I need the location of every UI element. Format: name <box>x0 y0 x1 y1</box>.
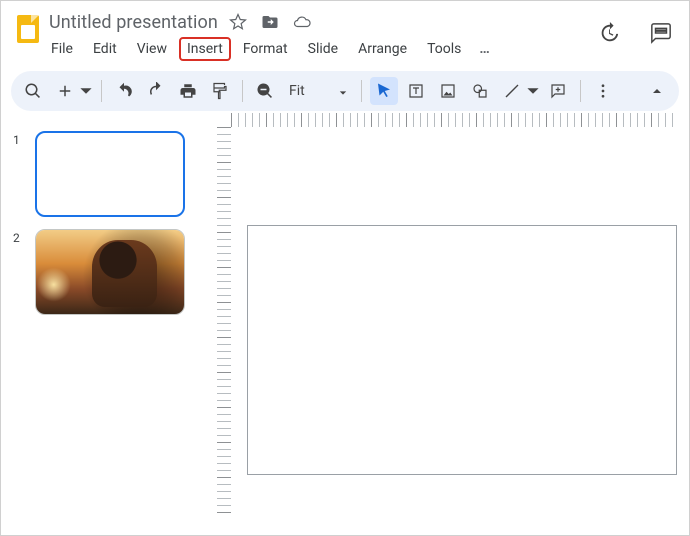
cloud-status-button[interactable] <box>290 10 314 34</box>
shape-tool[interactable] <box>466 77 494 105</box>
menu-insert[interactable]: Insert <box>179 37 231 61</box>
zoom-icon <box>256 82 274 100</box>
cloud-done-icon <box>293 13 311 31</box>
toolbar-separator <box>361 80 362 102</box>
textbox-icon <box>407 82 425 100</box>
slide-2-image-preview <box>36 230 184 314</box>
slide-canvas[interactable] <box>247 225 677 475</box>
zoom-label: Fit <box>289 83 305 99</box>
header: Untitled presentation File Edit View Ins… <box>1 7 689 63</box>
document-title[interactable]: Untitled presentation <box>49 12 218 33</box>
zoom-out-button[interactable] <box>251 77 279 105</box>
slides-logo-icon <box>17 15 39 43</box>
new-slide-dropdown[interactable] <box>79 77 93 105</box>
menu-slide[interactable]: Slide <box>300 37 346 61</box>
header-actions <box>593 11 683 49</box>
comments-button[interactable] <box>645 17 677 49</box>
slide-filmstrip[interactable]: 1 2 <box>1 113 211 535</box>
star-icon <box>229 13 247 31</box>
slide-thumbnail-2[interactable] <box>35 229 185 315</box>
menu-format[interactable]: Format <box>235 37 296 61</box>
slide-number: 1 <box>13 131 35 147</box>
slide-thumb-row: 2 <box>13 229 203 315</box>
menu-tools[interactable]: Tools <box>419 37 469 61</box>
toolbar-separator <box>101 80 102 102</box>
google-slides-window: Untitled presentation File Edit View Ins… <box>0 0 690 536</box>
undo-icon <box>115 82 133 100</box>
more-vertical-icon <box>594 82 612 100</box>
collapse-toolbar-button[interactable] <box>643 77 671 105</box>
add-comment-button[interactable] <box>544 77 572 105</box>
menu-more[interactable]: … <box>473 37 495 61</box>
chevron-down-icon <box>526 84 540 98</box>
more-tools-button[interactable] <box>589 77 617 105</box>
history-icon <box>598 22 620 44</box>
redo-icon <box>147 82 165 100</box>
undo-button[interactable] <box>110 77 138 105</box>
workspace: 1 2 <box>1 113 689 535</box>
toolbar-separator <box>242 80 243 102</box>
horizontal-ruler[interactable] <box>231 113 673 127</box>
new-slide-button[interactable] <box>51 77 79 105</box>
line-icon <box>503 82 521 100</box>
search-menus-button[interactable] <box>19 77 47 105</box>
move-to-folder-icon <box>261 13 279 31</box>
chevron-down-icon <box>339 89 347 97</box>
line-tool-dropdown[interactable] <box>526 77 540 105</box>
slide-thumb-row: 1 <box>13 131 203 217</box>
redo-button[interactable] <box>142 77 170 105</box>
editor-area <box>211 113 689 535</box>
toolbar-separator <box>580 80 581 102</box>
cursor-icon <box>375 82 393 100</box>
print-icon <box>179 82 197 100</box>
paint-format-button[interactable] <box>206 77 234 105</box>
title-area: Untitled presentation File Edit View Ins… <box>49 11 593 63</box>
print-button[interactable] <box>174 77 202 105</box>
new-slide-split-button[interactable] <box>51 77 93 105</box>
menu-view[interactable]: View <box>129 37 175 61</box>
move-button[interactable] <box>258 10 282 34</box>
plus-icon <box>56 82 74 100</box>
chevron-up-icon <box>649 83 665 99</box>
textbox-tool[interactable] <box>402 77 430 105</box>
line-tool-split[interactable] <box>498 77 540 105</box>
select-tool[interactable] <box>370 77 398 105</box>
comment-icon <box>650 22 672 44</box>
toolbar: Fit <box>11 71 679 111</box>
slide-thumbnail-1[interactable] <box>35 131 185 217</box>
add-comment-icon <box>549 82 567 100</box>
search-icon <box>24 82 42 100</box>
zoom-dropdown[interactable]: Fit <box>283 77 353 105</box>
menu-arrange[interactable]: Arrange <box>350 37 415 61</box>
menu-edit[interactable]: Edit <box>85 37 125 61</box>
image-icon <box>439 82 457 100</box>
paint-roller-icon <box>211 82 229 100</box>
star-button[interactable] <box>226 10 250 34</box>
menu-bar: File Edit View Insert Format Slide Arran… <box>43 35 593 63</box>
image-tool[interactable] <box>434 77 462 105</box>
chevron-down-icon <box>79 84 93 98</box>
menu-file[interactable]: File <box>43 37 81 61</box>
line-tool[interactable] <box>498 77 526 105</box>
slide-number: 2 <box>13 229 35 245</box>
shape-icon <box>471 82 489 100</box>
vertical-ruler[interactable] <box>217 127 231 519</box>
version-history-button[interactable] <box>593 17 625 49</box>
